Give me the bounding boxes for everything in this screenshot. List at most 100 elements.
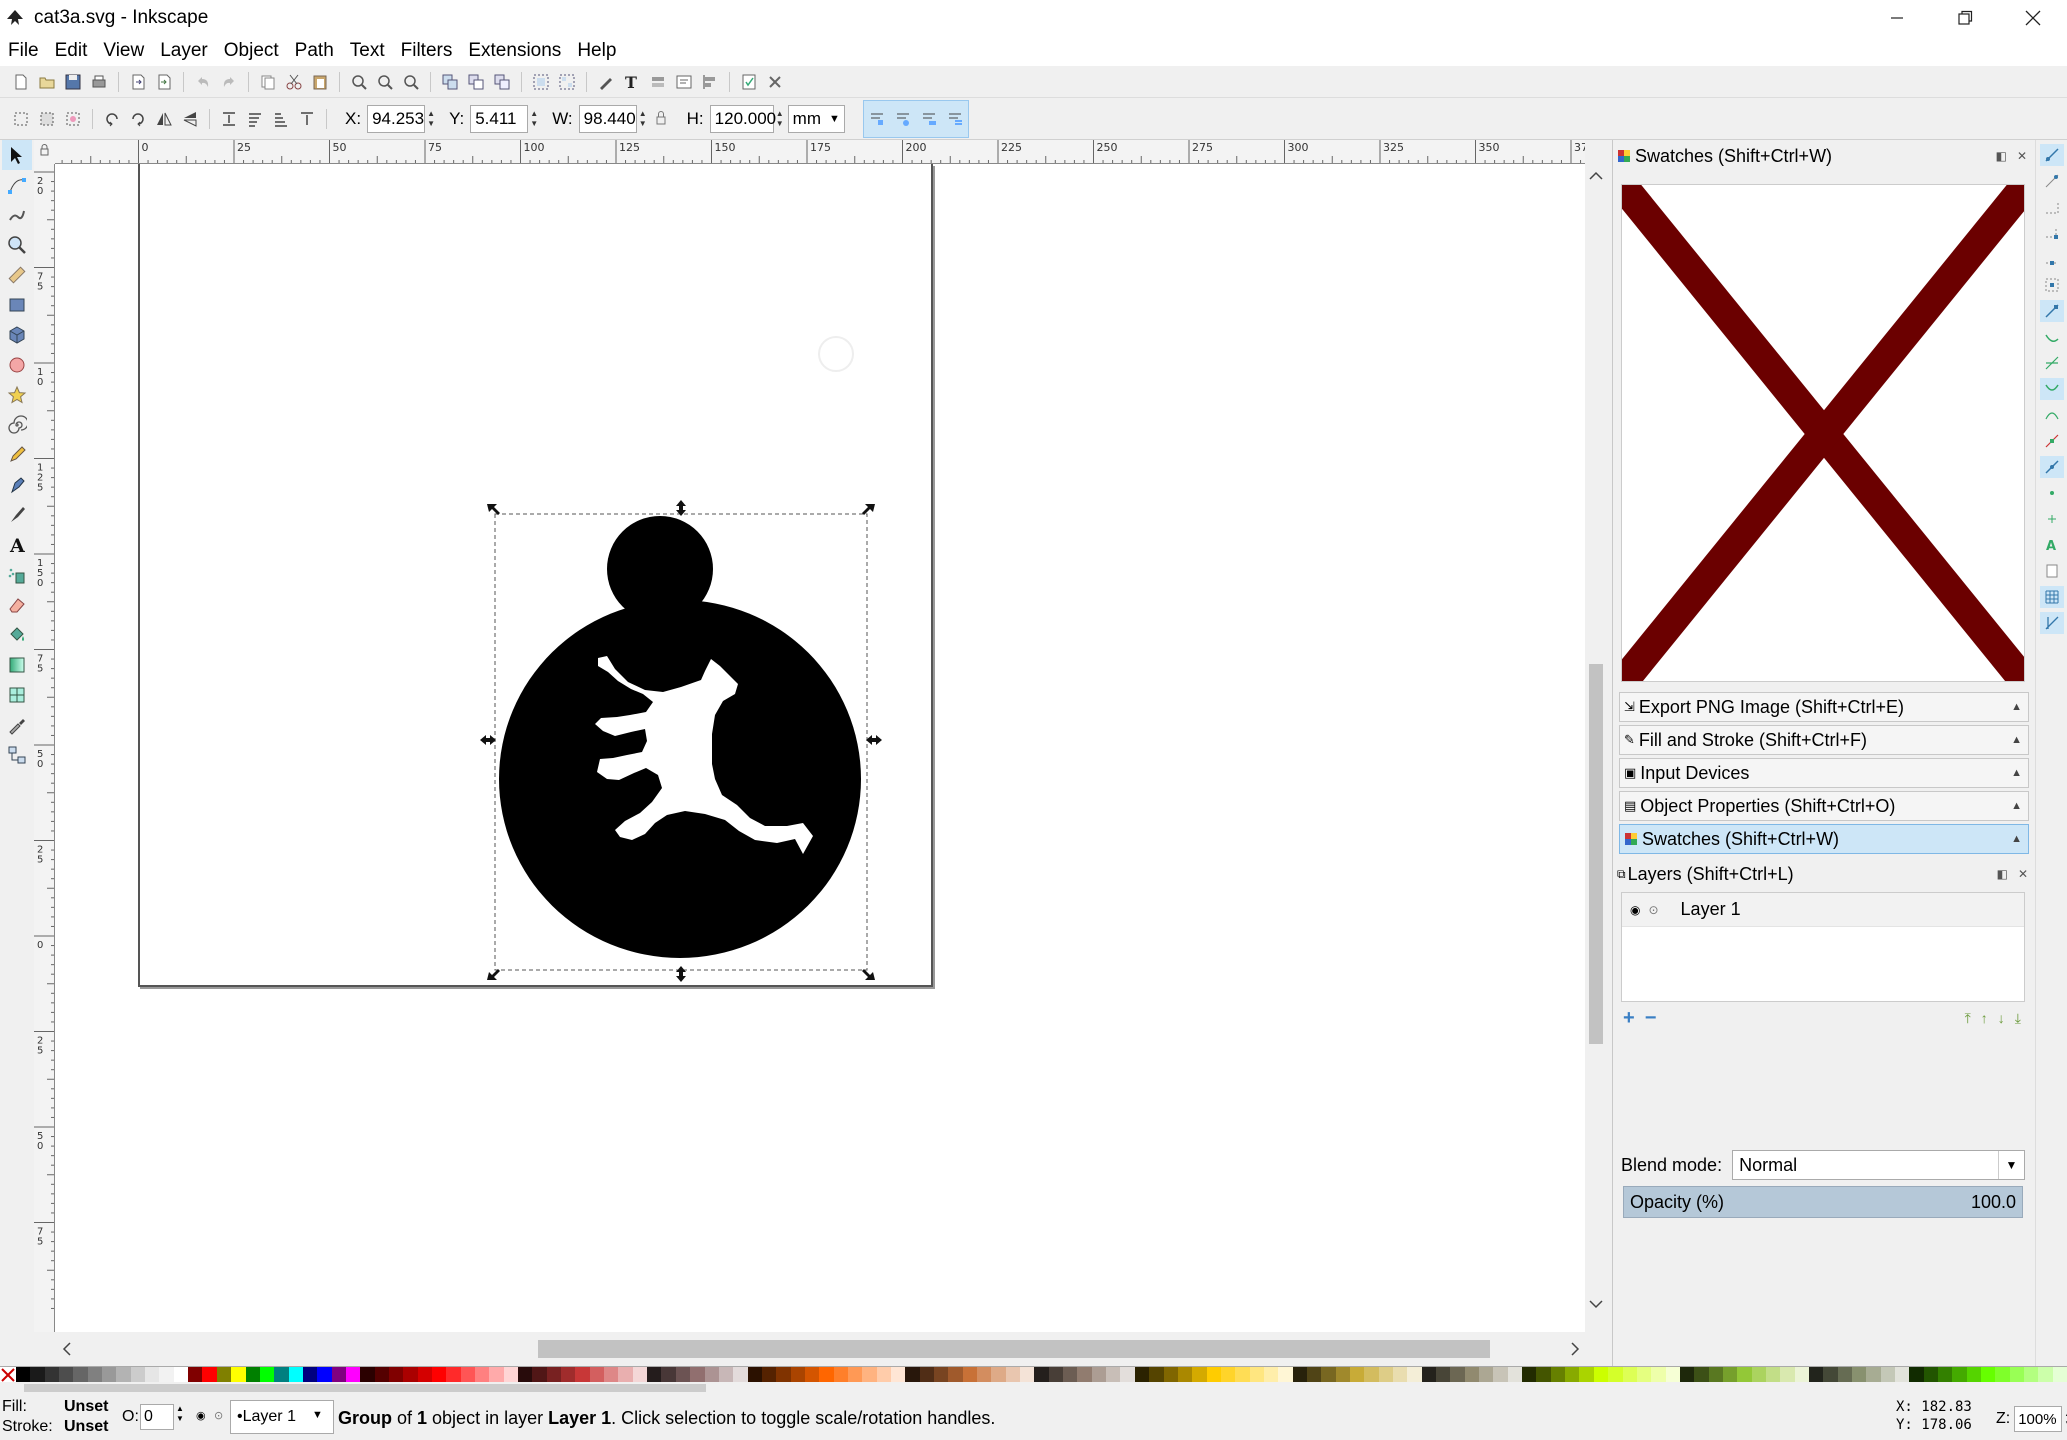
drawing-canvas[interactable] (55, 164, 1585, 1332)
remove-layer-icon[interactable]: − (1645, 1007, 1657, 1030)
layer-row[interactable]: ◉ ⊙ Layer 1 (1622, 893, 2024, 927)
opacity-slider[interactable]: Opacity (%) 100.0 (1623, 1186, 2023, 1218)
menu-help[interactable]: Help (577, 40, 616, 62)
palette-swatch[interactable] (1263, 1367, 1279, 1383)
palette-swatch[interactable] (804, 1367, 820, 1383)
cat-badge-group[interactable] (499, 516, 861, 958)
palette-swatch[interactable] (1995, 1367, 2010, 1383)
raise-layer-top-icon[interactable]: ⤒ (1965, 1010, 1971, 1027)
palette-swatch[interactable] (948, 1367, 963, 1383)
palette-swatch[interactable] (1364, 1367, 1379, 1383)
snap-cusp-toggle[interactable] (2040, 378, 2064, 400)
text-tool[interactable]: A (2, 530, 32, 560)
minimize-button[interactable] (1863, 0, 1931, 36)
palette-swatch[interactable] (231, 1367, 246, 1383)
palette-swatch[interactable] (1694, 1367, 1709, 1383)
palette-swatch[interactable] (1421, 1367, 1437, 1383)
palette-swatch[interactable] (1522, 1367, 1537, 1383)
palette-scroll-thumb[interactable] (24, 1384, 706, 1392)
scroll-up-icon[interactable] (1585, 166, 1607, 186)
palette-swatch[interactable] (173, 1367, 189, 1383)
scroll-left-icon[interactable] (57, 1332, 77, 1366)
palette-swatch[interactable] (1306, 1367, 1322, 1383)
palette-swatch[interactable] (1034, 1367, 1049, 1383)
palette-swatch[interactable] (2038, 1367, 2053, 1383)
palette-swatch[interactable] (862, 1367, 877, 1383)
palette-swatch[interactable] (1235, 1367, 1250, 1383)
palette-swatch[interactable] (1020, 1367, 1035, 1383)
palette-swatch[interactable] (518, 1367, 533, 1383)
palette-swatch[interactable] (1249, 1367, 1264, 1383)
palette-swatch[interactable] (1837, 1367, 1852, 1383)
menu-text[interactable]: Text (350, 40, 385, 62)
spiral-tool[interactable] (2, 410, 32, 440)
width-input[interactable]: 98.440 (578, 104, 637, 133)
scale-stroke-icon[interactable] (868, 110, 886, 128)
palette-swatch[interactable] (1565, 1367, 1580, 1383)
palette-swatch[interactable] (1349, 1367, 1365, 1383)
raise-to-top-icon[interactable] (298, 110, 316, 128)
palette-swatch[interactable] (1608, 1367, 1623, 1383)
palette-swatch[interactable] (819, 1367, 834, 1383)
palette-swatch[interactable] (1063, 1367, 1078, 1383)
zoom-drawing-icon[interactable] (376, 73, 394, 91)
tab-object-properties[interactable]: ▤ Object Properties (Shift+Ctrl+O) ▲ (1619, 791, 2029, 821)
palette-swatch[interactable] (1866, 1367, 1881, 1383)
preferences-icon[interactable] (766, 73, 784, 91)
palette-swatch[interactable] (1177, 1367, 1193, 1383)
xml-editor-icon[interactable] (675, 73, 693, 91)
eraser-tool[interactable] (2, 590, 32, 620)
panel-iconify-icon[interactable]: ◧ (1997, 867, 2008, 881)
palette-swatch[interactable] (575, 1367, 590, 1383)
calligraphy-tool[interactable] (2, 500, 32, 530)
palette-swatch[interactable] (1938, 1367, 1953, 1383)
snap-bbox-toggle[interactable] (2040, 170, 2064, 192)
menu-file[interactable]: File (8, 40, 39, 62)
lower-to-bottom-icon[interactable] (220, 110, 238, 128)
snap-bbox-center-toggle[interactable] (2040, 274, 2064, 296)
palette-swatch[interactable] (747, 1367, 762, 1383)
snap-enable-toggle[interactable] (2040, 144, 2064, 166)
palette-swatch[interactable] (675, 1367, 691, 1383)
palette-swatch[interactable] (102, 1367, 117, 1383)
add-layer-icon[interactable]: + (1623, 1007, 1635, 1030)
document-properties-icon[interactable] (740, 73, 758, 91)
paint-bucket-tool[interactable] (2, 620, 32, 650)
align-distribute-icon[interactable] (701, 73, 719, 91)
node-tool[interactable] (2, 170, 32, 200)
ungroup-icon[interactable] (558, 73, 576, 91)
palette-swatch[interactable] (245, 1367, 260, 1383)
palette-swatch[interactable] (1722, 1367, 1738, 1383)
palette-swatch[interactable] (934, 1367, 949, 1383)
palette-swatch[interactable] (1005, 1367, 1021, 1383)
lock-guides-icon[interactable] (34, 140, 55, 164)
restore-button[interactable] (1931, 0, 1999, 36)
palette-swatch[interactable] (532, 1367, 547, 1383)
close-button[interactable] (1999, 0, 2067, 36)
layers-icon[interactable] (649, 73, 667, 91)
palette-swatch[interactable] (589, 1367, 605, 1383)
palette-swatch[interactable] (431, 1367, 447, 1383)
deselect-icon[interactable] (64, 110, 82, 128)
vertical-scroll-thumb[interactable] (1589, 664, 1603, 1044)
palette-swatch[interactable] (1120, 1367, 1135, 1383)
palette-swatch[interactable] (87, 1367, 103, 1383)
palette-swatch[interactable] (388, 1367, 404, 1383)
palette-swatch[interactable] (1134, 1367, 1150, 1383)
palette-swatch[interactable] (16, 1367, 31, 1383)
undo-icon[interactable] (194, 73, 212, 91)
connector-tool[interactable] (2, 740, 32, 770)
select-all-layers-icon[interactable] (38, 110, 56, 128)
pencil-tool[interactable] (2, 440, 32, 470)
palette-swatch[interactable] (1091, 1367, 1107, 1383)
palette-swatch[interactable] (59, 1367, 74, 1383)
palette-swatch[interactable] (718, 1367, 734, 1383)
tab-fill-stroke[interactable]: ✎ Fill and Stroke (Shift+Ctrl+F) ▲ (1619, 725, 2029, 755)
duplicate-icon[interactable] (441, 73, 459, 91)
palette-swatch[interactable] (202, 1367, 217, 1383)
palette-swatch[interactable] (288, 1367, 303, 1383)
palette-swatch[interactable] (1220, 1367, 1236, 1383)
horizontal-scroll-thumb[interactable] (538, 1340, 1490, 1358)
palette-swatch[interactable] (331, 1367, 346, 1383)
open-document-icon[interactable] (38, 73, 56, 91)
